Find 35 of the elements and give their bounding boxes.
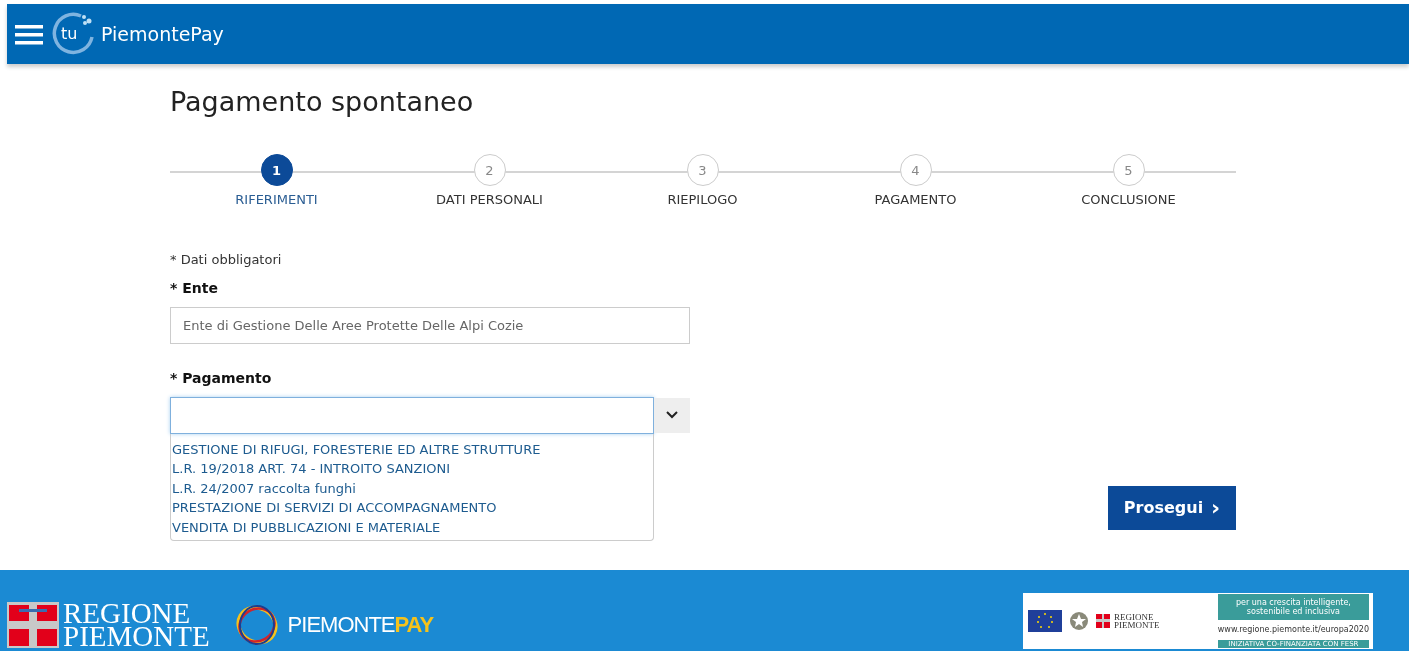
step-label: RIEPILOGO bbox=[667, 191, 738, 210]
region-logo-text: REGIONE bbox=[1114, 612, 1155, 621]
step-number[interactable]: 1 bbox=[260, 154, 293, 187]
dropdown-option[interactable]: VENDITA DI PUBBLICAZIONI E MATERIALE bbox=[172, 517, 653, 538]
page-title: Pagamento spontaneo bbox=[170, 86, 475, 119]
dropdown-option[interactable]: L.R. 19/2018 ART. 74 - INTROITO SANZIONI bbox=[172, 459, 653, 479]
step-label: DATI PERSONALI bbox=[436, 191, 543, 210]
logo-mark: tu bbox=[51, 11, 97, 57]
brand-name: PiemontePay bbox=[101, 21, 224, 47]
field-label: * Ente bbox=[170, 278, 219, 298]
chevron-down-icon bbox=[666, 411, 678, 420]
step-number[interactable]: 5 bbox=[1112, 154, 1145, 187]
field-label: * Pagamento bbox=[170, 368, 273, 388]
region-crest-icon bbox=[7, 601, 59, 648]
select-field[interactable] bbox=[170, 396, 654, 434]
step-label: PAGAMENTO bbox=[874, 191, 957, 210]
dropdown-option[interactable]: PRESTAZIONE DI SERVIZI DI ACCOMPAGNAMENTO bbox=[172, 498, 653, 518]
step-number[interactable]: 3 bbox=[686, 154, 719, 187]
menu-icon[interactable] bbox=[15, 22, 43, 46]
eu-flag-icon bbox=[1028, 608, 1062, 633]
step-label: CONCLUSIONE bbox=[1081, 191, 1176, 210]
region-logo-text: PIEMONTE bbox=[1114, 620, 1160, 629]
url-text: www.regione.piemonte.it/europa2020 bbox=[1217, 623, 1369, 636]
dropdown-button[interactable] bbox=[654, 397, 690, 433]
dropdown-option[interactable]: L.R. 24/2007 raccolta funghi bbox=[172, 478, 653, 499]
brand-logo-text: PIEMONTEPAY bbox=[287, 611, 434, 639]
step-number[interactable]: 4 bbox=[899, 154, 932, 187]
region-logo-text: REGIONE bbox=[63, 601, 191, 625]
next-button[interactable]: Prosegui › bbox=[1108, 485, 1236, 530]
required-note: * Dati obbligatori bbox=[170, 251, 283, 270]
region-logo-text: PIEMONTE bbox=[63, 624, 210, 648]
slogan-text: per una crescita intelligente, sostenibile ed inclusiva bbox=[1217, 593, 1369, 620]
step-label: RIFERIMENTI bbox=[235, 191, 318, 210]
dropdown-option[interactable]: GESTIONE DI RIFUGI, FORESTERIE ED ALTRE STRUTTURE bbox=[172, 439, 653, 460]
step-number[interactable]: 2 bbox=[473, 154, 506, 187]
